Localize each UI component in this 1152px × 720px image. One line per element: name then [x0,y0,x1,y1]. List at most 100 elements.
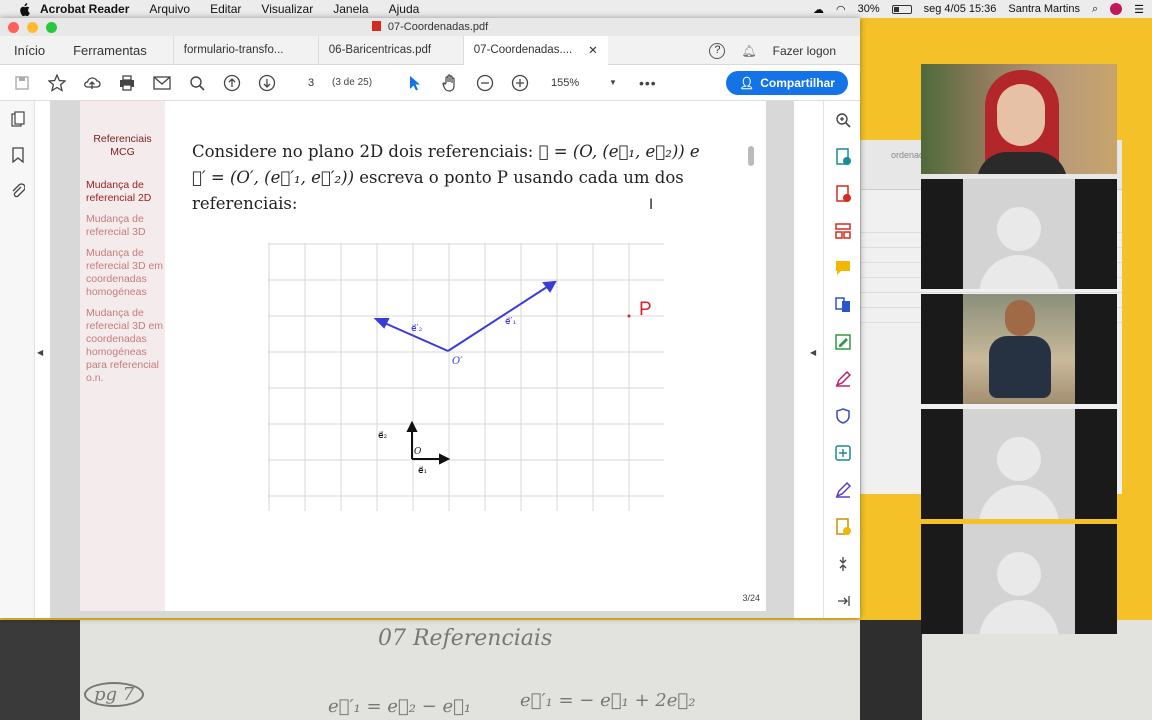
notebook-equation-1: e⃗′₁ = e⃗₂ − e⃗₁ [328,696,472,717]
video-tile-participant[interactable] [921,409,1117,519]
zoom-out-icon[interactable] [472,70,498,96]
avatar-body [979,485,1059,519]
chevron-down-icon[interactable]: ▼ [609,78,617,87]
clock[interactable]: seg 4/05 15:36 [924,3,997,15]
battery-percent[interactable]: 30% [858,3,880,15]
slide-sidebar-item[interactable]: Mudança de referencial 2D [86,179,165,205]
collapse-tools-pane-icon[interactable] [824,582,861,619]
window-controls [8,22,57,33]
close-tab-icon[interactable]: ✕ [588,43,598,57]
siri-icon[interactable] [1110,3,1123,15]
notifications-bell-icon[interactable]: 🔔︎ [741,44,756,58]
vector-e2-prime-arrowhead [373,318,390,329]
menu-app-name[interactable]: Acrobat Reader [40,2,129,16]
menu-janela[interactable]: Janela [333,2,368,16]
video-placeholder [963,409,1075,519]
window-title: 07-Coordenadas.pdf [387,21,489,33]
save-icon[interactable] [9,70,35,96]
vector-e1-prime [447,284,551,352]
question-line-1: Considere no plano 2D dois referenciais:… [192,139,732,165]
menu-arquivo[interactable]: Arquivo [149,2,190,16]
comment-icon[interactable] [824,249,861,286]
user-name[interactable]: Santra Martins [1008,3,1080,15]
avatar-body [979,600,1059,634]
slide-sidebar-item[interactable]: Mudança de referecial 3D [86,213,165,239]
right-tools-rail [823,101,860,618]
notebook-equation-2: e⃗′₁ = − e⃗₁ + 2e⃗₂ [520,690,696,711]
optimize-pdf-icon[interactable] [824,434,861,471]
collapse-right-panel-icon[interactable]: ◀ [810,348,816,357]
fill-sign-icon[interactable] [824,360,861,397]
camera-dark-edge [860,620,922,720]
menu-visualizar[interactable]: Visualizar [261,2,313,16]
zoom-level-select[interactable]: 155% [551,77,601,89]
tab-document-1[interactable]: formulario-transfo... [172,35,318,65]
tab-label: 06-Baricentricas.pdf [328,44,432,56]
video-tile-participant[interactable] [921,524,1117,634]
grid-lines [268,243,664,511]
zoom-window-button[interactable] [46,22,57,33]
search-icon[interactable] [184,70,210,96]
control-center-icon[interactable]: ☰ [1134,3,1144,16]
menu-ajuda[interactable]: Ajuda [389,2,420,16]
combine-files-icon[interactable] [824,286,861,323]
request-signature-icon[interactable] [824,471,861,508]
collapse-left-panel-icon[interactable]: ◀ [37,348,43,357]
next-page-icon[interactable] [254,70,280,96]
organize-pages-icon[interactable] [824,212,861,249]
tab-home[interactable]: Início [0,43,59,58]
export-pdf-icon[interactable] [824,138,861,175]
bookmark-star-icon[interactable] [44,70,70,96]
edit-pdf-icon[interactable] [824,323,861,360]
email-icon[interactable] [149,70,175,96]
more-tools-icon[interactable]: ••• [639,75,657,91]
document-viewport[interactable]: Referenciais MCG Mudança de referencial … [50,101,794,618]
zoom-in-icon[interactable] [507,70,533,96]
customize-tools-icon[interactable] [824,545,861,582]
close-window-button[interactable] [8,22,19,33]
spotlight-search-icon[interactable]: ⌕ [1092,3,1098,16]
vertical-scrollbar[interactable] [748,146,754,166]
video-tile-participant[interactable] [921,294,1117,404]
pdf-page: Referenciais MCG Mudança de referencial … [80,101,766,611]
video-tile-participant[interactable] [921,179,1117,289]
coordinate-grid-figure: P O′ O e⃗₁ e⃗₂ e⃗′₁ e⃗′₂ [268,243,664,511]
previous-page-icon[interactable] [219,70,245,96]
video-placeholder [963,524,1075,634]
upload-cloud-icon[interactable] [79,70,105,96]
page-thumbnails-icon[interactable] [0,101,35,137]
origin-prime-label: O′ [452,356,463,367]
participant-shirt [989,336,1051,398]
avatar [997,552,1041,596]
wifi-icon[interactable]: ◠ [836,3,846,16]
attachments-paperclip-icon[interactable] [0,173,35,209]
create-pdf-icon[interactable] [824,175,861,212]
tab-tools[interactable]: Ferramentas [59,43,161,58]
tab-document-2[interactable]: 06-Baricentricas.pdf [317,35,463,65]
battery-icon[interactable] [891,4,912,14]
slide-sidebar-title: Referenciais MCG [93,133,152,158]
protect-shield-icon[interactable] [824,397,861,434]
help-icon[interactable]: ? [709,42,726,59]
slide-sidebar-item[interactable]: Mudança de referecial 3D em coordenadas … [86,247,165,299]
send-for-comments-icon[interactable] [824,508,861,545]
apple-menu-icon[interactable] [16,2,32,16]
slide-sidebar-item[interactable]: Mudança de referecial 3D em coordenadas … [86,307,165,385]
vector-e1-arrowhead [439,453,451,465]
cloud-icon[interactable]: ☁ [813,3,824,16]
print-icon[interactable] [114,70,140,96]
menu-editar[interactable]: Editar [210,2,241,16]
video-tile-presenter[interactable] [921,64,1117,174]
hand-tool-icon[interactable] [437,70,463,96]
select-cursor-icon[interactable] [402,70,428,96]
page-number-input[interactable]: 3 [296,77,326,89]
minimize-window-button[interactable] [27,22,38,33]
pdf-file-icon [371,21,381,31]
sign-in-link[interactable]: Fazer logon [773,44,836,58]
share-button[interactable]: 👤︎ Compartilhar [726,71,848,95]
tab-document-3-active[interactable]: 07-Coordenadas.... ✕ [462,35,608,65]
zoom-search-icon[interactable] [824,101,861,138]
bookmarks-icon[interactable] [0,137,35,173]
tab-bar: Início Ferramentas formulario-transfo...… [0,35,860,65]
add-user-icon: 👤︎ [739,76,755,90]
